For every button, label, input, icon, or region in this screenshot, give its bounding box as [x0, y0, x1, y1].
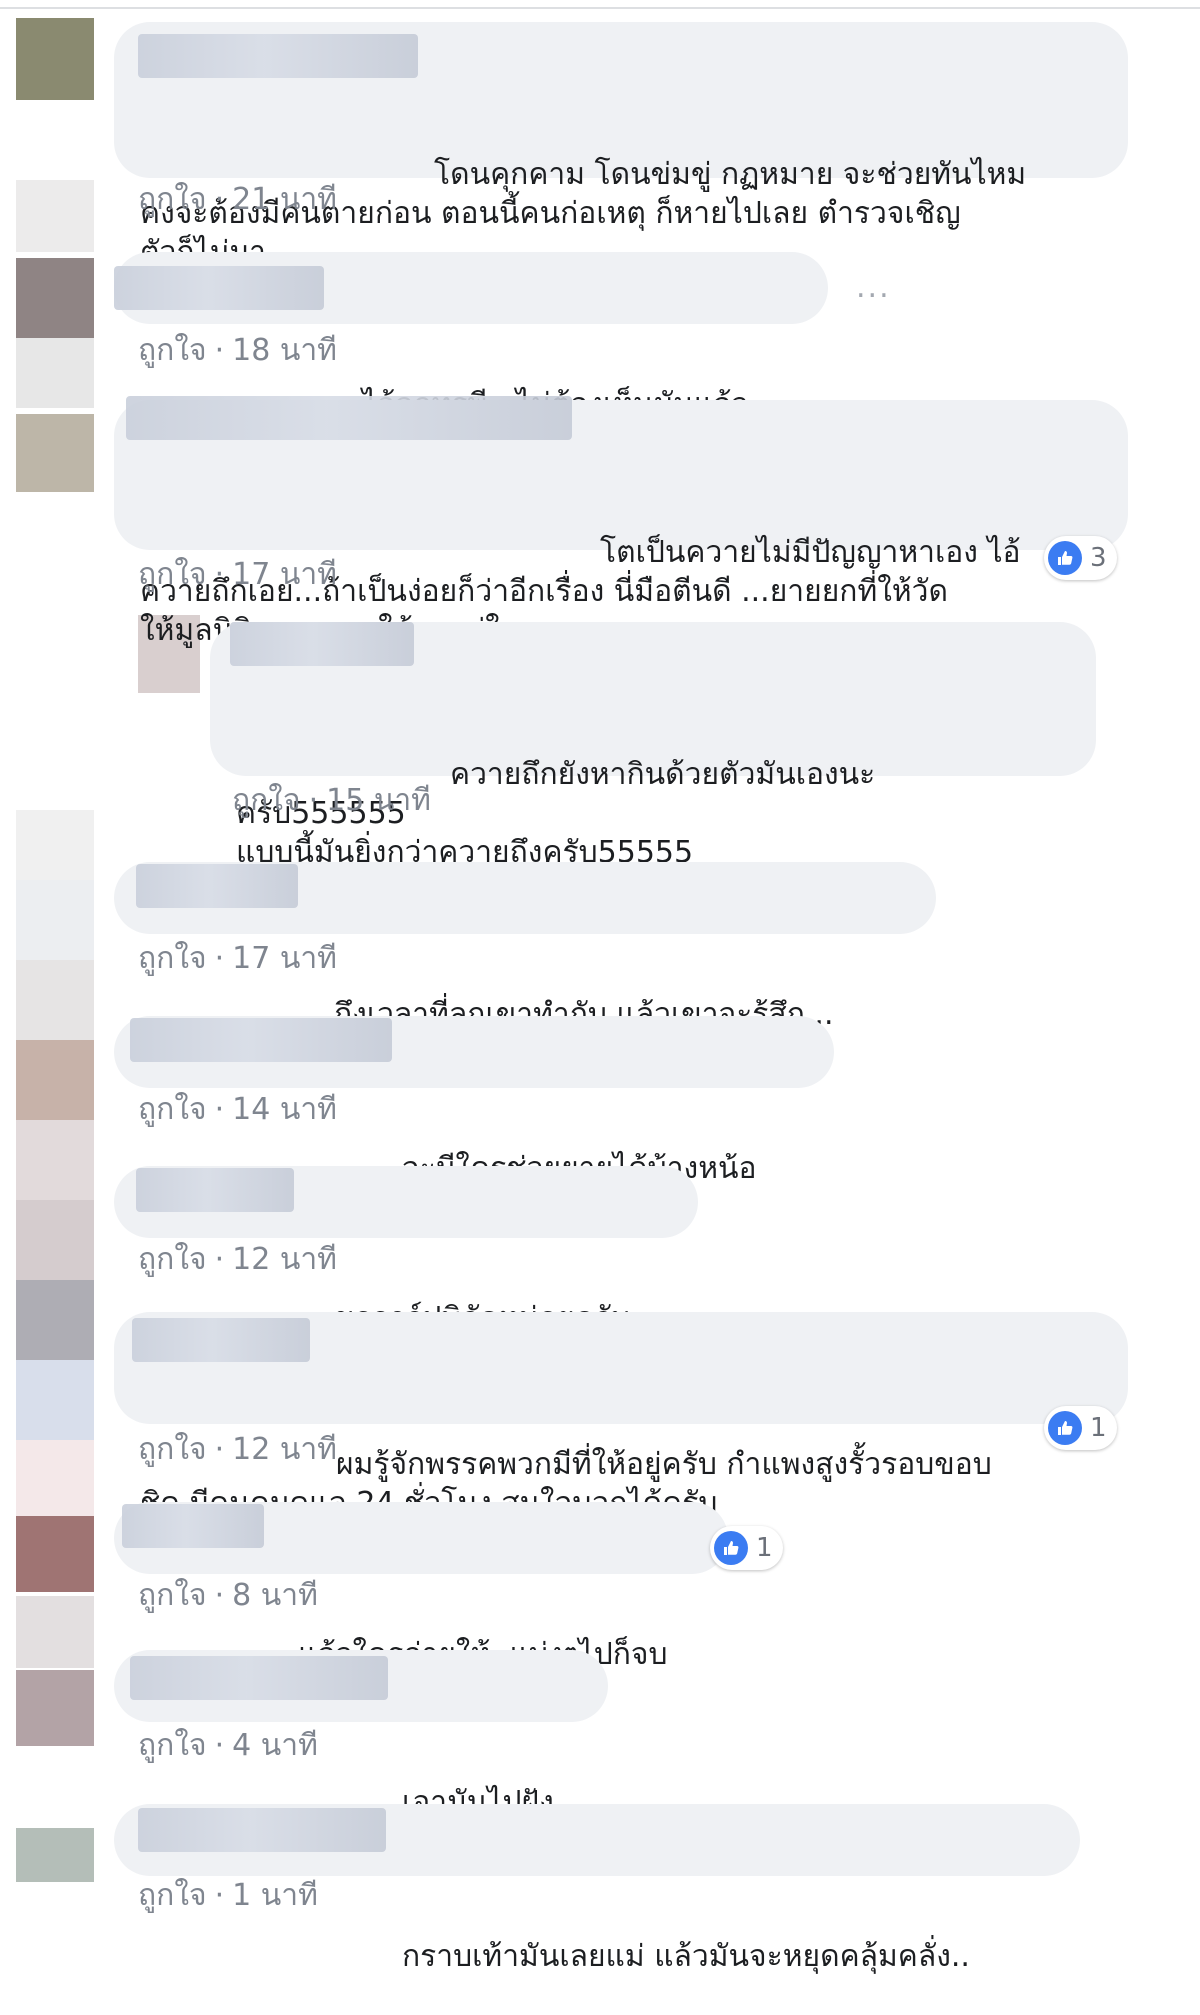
comment-bubble: แล้วใครถ่ายให้..แบ่งๆไปก็จบ: [114, 1502, 728, 1672]
comment-bubble: ถึงเวลาที่ลูกเขาทำกับ แล้วเขาจะรู้สึก...: [114, 862, 936, 1032]
comment-bubble: ผมรู้จักพรรคพวกมีที่ให้อยู่ครับ กำแพงสูง…: [114, 1312, 1128, 1521]
blurred-author-name[interactable]: [136, 1168, 294, 1212]
avatar-strip-16: [16, 1596, 94, 1668]
blurred-author-name[interactable]: [114, 266, 324, 310]
comment-bubble: ขอวาร์ปพิกัดหน่อยครับ: [114, 1166, 698, 1336]
timestamp[interactable]: 4 นาที: [232, 1728, 318, 1763]
comment-bubble: โตเป็นควายไม่มีปัญญาหาเอง ไอ้ ควายถึกเอย…: [114, 396, 1128, 648]
like-link[interactable]: ถูกใจ: [138, 182, 207, 217]
comment-meta: ถูกใจ · 14 นาที: [138, 1092, 337, 1127]
avatar-strip-10: [16, 1120, 94, 1200]
blurred-author-name[interactable]: [122, 1504, 264, 1548]
comment-meta: ถูกใจ · 21 นาที: [138, 182, 337, 217]
comment-meta: ถูกใจ · 12 นาที: [138, 1242, 337, 1277]
like-link[interactable]: ถูกใจ: [138, 1728, 207, 1763]
like-link[interactable]: ถูกใจ: [138, 941, 207, 976]
like-link[interactable]: ถูกใจ: [138, 1432, 207, 1467]
blurred-author-name[interactable]: [132, 1318, 310, 1362]
blurred-author-name[interactable]: [130, 1656, 388, 1700]
reaction-number: 1: [1090, 1413, 1107, 1443]
timestamp[interactable]: 21 นาที: [232, 182, 337, 217]
blurred-author-name[interactable]: [126, 396, 572, 440]
blurred-author-name[interactable]: [130, 1018, 392, 1062]
avatar-strip-14: [16, 1440, 94, 1516]
comment-text: กราบเท้ามันเลยแม่ แล้วมันจะหยุดคลุ้มคลั่…: [402, 1939, 970, 1974]
avatar-strip-2: [16, 180, 94, 252]
comment-meta: ถูกใจ · 17 นาที: [138, 557, 337, 592]
avatar-strip-5: [16, 414, 94, 492]
comment-bubble: เอามันไปฝัง: [114, 1650, 608, 1820]
like-link[interactable]: ถูกใจ: [138, 333, 207, 368]
comment-meta: ถูกใจ · 12 นาที: [138, 1432, 337, 1467]
timestamp[interactable]: 8 นาที: [232, 1578, 318, 1613]
avatar-strip-13: [16, 1360, 94, 1440]
thumbs-up-icon: [1048, 1411, 1082, 1445]
more-options-icon[interactable]: ...: [856, 270, 891, 305]
comment-bubble: กราบเท้ามันเลยแม่ แล้วมันจะหยุดคลุ้มคลั่…: [114, 1804, 1080, 1974]
avatar-strip-17: [16, 1670, 94, 1746]
avatar-strip-11: [16, 1200, 94, 1280]
blurred-author-name[interactable]: [230, 622, 414, 666]
blurred-author-name[interactable]: [138, 1808, 386, 1852]
like-link[interactable]: ถูกใจ: [138, 1092, 207, 1127]
comment-bubble: จะมีใครช่วยยายได้บ้างหน้อ: [114, 1016, 834, 1186]
timestamp[interactable]: 12 นาที: [232, 1432, 337, 1467]
timestamp[interactable]: 14 นาที: [232, 1092, 337, 1127]
like-link[interactable]: ถูกใจ: [138, 1578, 207, 1613]
reaction-count[interactable]: 1: [1044, 1406, 1117, 1450]
avatar-strip-3: [16, 258, 94, 338]
comment-bubble: โดนคุกคาม โดนข่มขู่ กฏหมาย จะช่วยทันไหม …: [114, 22, 1128, 270]
like-link[interactable]: ถูกใจ: [138, 1878, 207, 1913]
blurred-author-name[interactable]: [138, 34, 418, 78]
timestamp[interactable]: 1 นาที: [232, 1878, 318, 1913]
reaction-number: 1: [756, 1533, 773, 1563]
reaction-count[interactable]: 3: [1044, 536, 1117, 580]
comment-meta: ถูกใจ · 4 นาที: [138, 1728, 318, 1763]
reply-bubble: ควายถึกยังหากินด้วยตัวมันเองนะ ครับ55555…: [210, 622, 1096, 870]
avatar-strip-18: [16, 1828, 94, 1882]
comment-bubble: ไอ้ลูกทรพี...ไม่ต้องเห็นมันแล้ว...: [114, 252, 828, 422]
reaction-count[interactable]: 1: [710, 1526, 783, 1570]
like-link[interactable]: ถูกใจ: [138, 557, 207, 592]
like-link[interactable]: ถูกใจ: [232, 783, 301, 818]
timestamp[interactable]: 17 นาที: [232, 557, 337, 592]
comment-meta: ถูกใจ · 18 นาที: [138, 333, 337, 368]
timestamp[interactable]: 18 นาที: [232, 333, 337, 368]
avatar-strip-15: [16, 1516, 94, 1592]
thumbs-up-icon: [714, 1531, 748, 1565]
avatar-strip-12: [16, 1280, 94, 1360]
avatar-strip-7: [16, 880, 94, 960]
thumbs-up-icon: [1048, 541, 1082, 575]
blurred-author-name[interactable]: [136, 864, 298, 908]
comment-meta: ถูกใจ · 1 นาที: [138, 1878, 318, 1913]
avatar-strip-8: [16, 960, 94, 1040]
top-divider: [0, 7, 1200, 9]
avatar-strip-6: [16, 810, 94, 880]
timestamp[interactable]: 12 นาที: [232, 1242, 337, 1277]
avatar-strip-1: [16, 18, 94, 100]
comment-meta: ถูกใจ · 8 นาที: [138, 1578, 318, 1613]
timestamp[interactable]: 15 นาที: [326, 783, 431, 818]
timestamp[interactable]: 17 นาที: [232, 941, 337, 976]
comment-meta: ถูกใจ · 17 นาที: [138, 941, 337, 976]
avatar-strip-4: [16, 338, 94, 408]
avatar-strip-9: [16, 1040, 94, 1120]
reaction-number: 3: [1090, 543, 1107, 573]
like-link[interactable]: ถูกใจ: [138, 1242, 207, 1277]
comment-meta: ถูกใจ · 15 นาที: [232, 783, 431, 818]
